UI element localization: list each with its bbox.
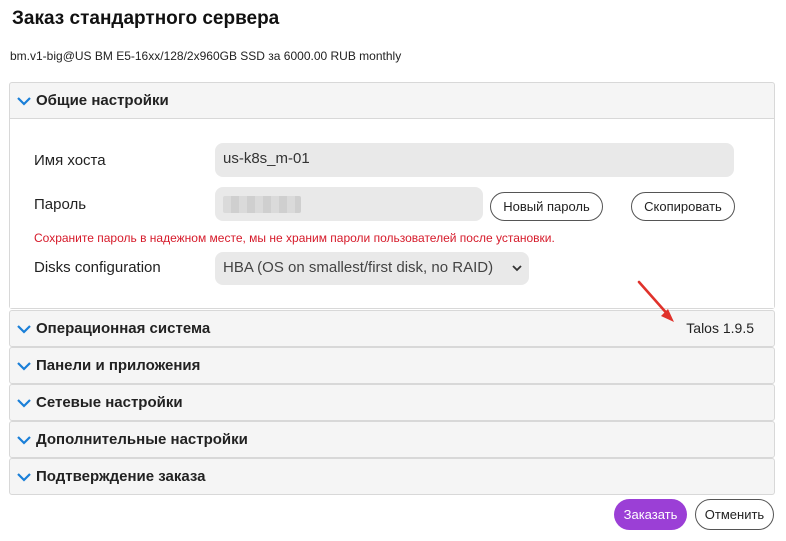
chevron-down-icon: [17, 435, 31, 445]
os-title: Операционная система: [36, 320, 211, 337]
panels-apps-header[interactable]: Панели и приложения: [10, 348, 774, 383]
annotation-arrow-icon: [637, 280, 674, 322]
order-summary: bm.v1-big@US BM E5-16xx/128/2x960GB SSD …: [10, 49, 402, 63]
password-warning: Сохраните пароль в надежном месте, мы не…: [34, 231, 555, 245]
page-title: Заказ стандартного сервера: [12, 8, 280, 29]
hostname-input[interactable]: us-k8s_m-01: [215, 143, 734, 177]
additional-title: Дополнительные настройки: [36, 431, 248, 448]
copy-password-button[interactable]: Скопировать: [631, 192, 735, 221]
additional-panel: Дополнительные настройки: [9, 421, 775, 458]
disks-select[interactable]: HBA (OS on smallest/first disk, no RAID): [215, 252, 529, 285]
additional-header[interactable]: Дополнительные настройки: [10, 422, 774, 457]
general-settings-header[interactable]: Общие настройки: [10, 83, 774, 118]
disks-select-value: HBA (OS on smallest/first disk, no RAID): [223, 259, 494, 276]
confirm-panel: Подтверждение заказа: [9, 458, 775, 495]
panels-apps-panel: Панели и приложения: [9, 347, 775, 384]
chevron-down-icon: [17, 96, 31, 106]
confirm-title: Подтверждение заказа: [36, 468, 206, 485]
general-settings-panel: Общие настройки Имя хоста us-k8s_m-01 Па…: [9, 82, 775, 309]
chevron-down-icon: [17, 398, 31, 408]
disks-label: Disks configuration: [34, 259, 161, 276]
order-button[interactable]: Заказать: [614, 499, 687, 530]
hostname-label: Имя хоста: [34, 152, 106, 169]
chevron-down-icon: [17, 361, 31, 371]
confirm-header[interactable]: Подтверждение заказа: [10, 459, 774, 494]
general-settings-title: Общие настройки: [36, 92, 169, 109]
password-input[interactable]: [215, 187, 483, 221]
chevron-down-icon: [512, 265, 522, 272]
password-label: Пароль: [34, 196, 87, 213]
panels-apps-title: Панели и приложения: [36, 357, 201, 374]
chevron-down-icon: [17, 324, 31, 334]
cancel-button[interactable]: Отменить: [695, 499, 774, 530]
chevron-down-icon: [17, 472, 31, 482]
network-panel: Сетевые настройки: [9, 384, 775, 421]
password-masked-value: [223, 196, 301, 213]
os-selected-value: Talos 1.9.5: [686, 320, 754, 336]
new-password-button[interactable]: Новый пароль: [490, 192, 603, 221]
network-title: Сетевые настройки: [36, 394, 183, 411]
network-header[interactable]: Сетевые настройки: [10, 385, 774, 420]
